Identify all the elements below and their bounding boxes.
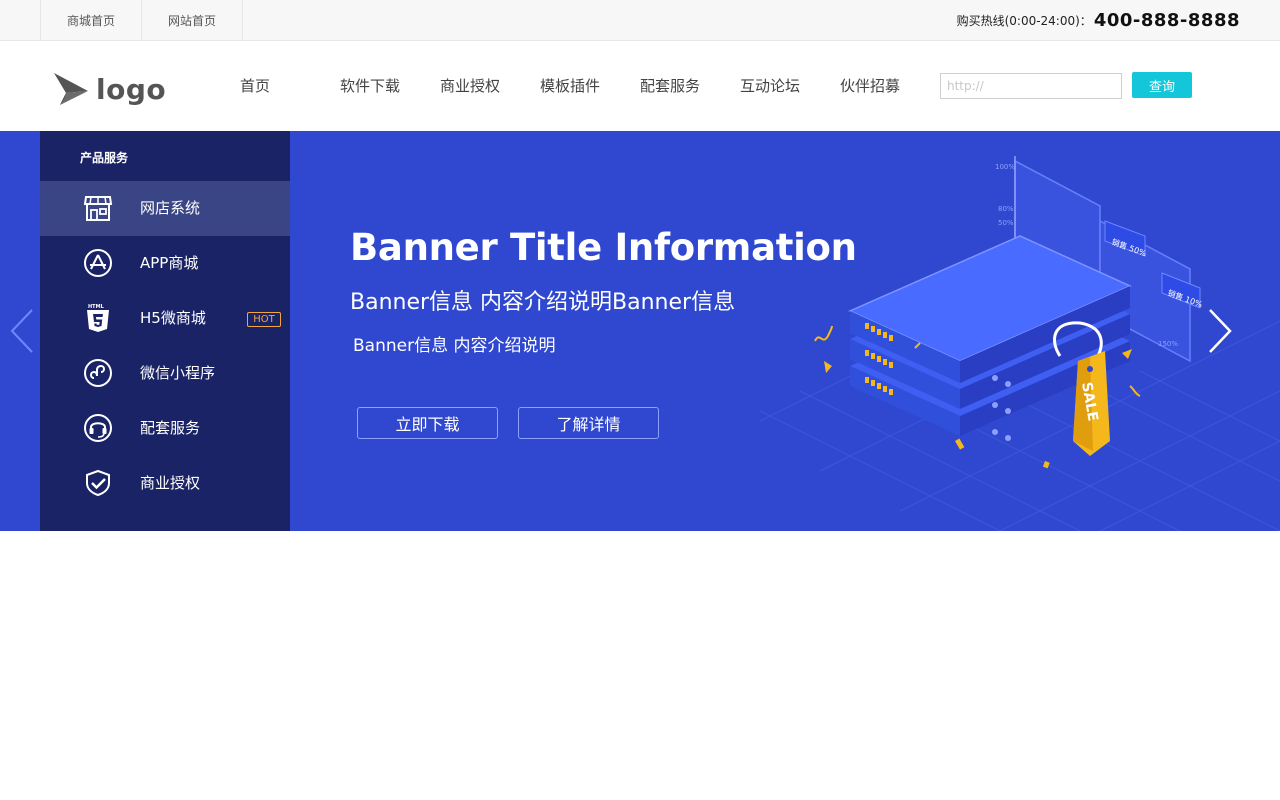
search-button[interactable]: 查询 xyxy=(1132,72,1192,98)
banner-subtitle-secondary: Banner信息 内容介绍说明 xyxy=(353,336,556,356)
axis-label-50: 50% xyxy=(998,219,1014,227)
top-bar: 商城首页 网站首页 购买热线(0:00-24:00)： 400-888-8888 xyxy=(0,0,1280,41)
axis-label-80: 80% xyxy=(998,205,1014,213)
sidebar-item-store-system[interactable]: 网店系统 xyxy=(40,181,290,236)
sidebar-item-label: 网店系统 xyxy=(140,199,201,217)
nav-forum[interactable]: 互动论坛 xyxy=(740,75,800,96)
nav-services[interactable]: 配套服务 xyxy=(640,75,700,96)
headset-icon xyxy=(84,414,112,442)
shield-check-icon xyxy=(86,469,110,497)
sidebar-item-services[interactable]: 配套服务 xyxy=(40,401,290,456)
hotline: 购买热线(0:00-24:00)： 400-888-8888 xyxy=(957,0,1240,40)
html5-icon: HTML xyxy=(87,304,109,332)
axis-label-150: 150% xyxy=(1158,340,1178,348)
banner-subtitle: Banner信息 内容介绍说明Banner信息 xyxy=(350,290,736,315)
axis-label-100: 100% xyxy=(995,163,1015,171)
hot-badge: HOT xyxy=(247,312,281,327)
hotline-number: 400-888-8888 xyxy=(1093,9,1240,31)
paper-plane-icon xyxy=(54,73,88,105)
nav-templates-plugins[interactable]: 模板插件 xyxy=(540,75,600,96)
server-illustration: 100% 80% 50% 150% 销售 50% 销售 10% SALE xyxy=(814,156,1204,469)
nav-software-download[interactable]: 软件下载 xyxy=(340,75,400,96)
header: logo 首页 软件下载 商业授权 模板插件 配套服务 互动论坛 伙伴招募 查询 xyxy=(0,41,1280,131)
sidebar-item-label: H5微商城 xyxy=(140,309,206,327)
svg-text:HTML: HTML xyxy=(88,304,105,310)
top-link-mall-home[interactable]: 商城首页 xyxy=(41,0,142,40)
top-links: 商城首页 网站首页 xyxy=(40,0,243,40)
store-icon xyxy=(83,196,113,221)
nav-home[interactable]: 首页 xyxy=(240,75,270,96)
mini-program-icon xyxy=(84,359,112,387)
download-now-button[interactable]: 立即下载 xyxy=(357,407,498,439)
sidebar-item-label: APP商城 xyxy=(140,254,199,272)
sidebar-item-label: 配套服务 xyxy=(140,419,201,437)
prev-slide-arrow-icon[interactable] xyxy=(8,306,38,356)
logo-text: logo xyxy=(96,72,167,106)
search-input[interactable] xyxy=(940,73,1122,99)
app-store-icon xyxy=(84,249,112,277)
sidebar-item-label: 微信小程序 xyxy=(140,364,216,382)
nav-partners[interactable]: 伙伴招募 xyxy=(840,75,900,96)
sidebar-item-commercial-license[interactable]: 商业授权 xyxy=(40,456,290,511)
nav-commercial-license[interactable]: 商业授权 xyxy=(440,75,500,96)
sidebar-item-label: 商业授权 xyxy=(140,474,201,492)
sidebar-title: 产品服务 xyxy=(80,151,129,165)
top-link-site-home[interactable]: 网站首页 xyxy=(142,0,243,40)
logo[interactable]: logo xyxy=(52,69,166,109)
learn-more-button[interactable]: 了解详情 xyxy=(518,407,659,439)
product-sidebar: 产品服务 网店系统 APP商城 HTML H5微商城 HOT 微信小程序 配套服… xyxy=(40,131,290,531)
sidebar-item-app-mall[interactable]: APP商城 xyxy=(40,236,290,291)
sidebar-item-mini-program[interactable]: 微信小程序 xyxy=(40,346,290,401)
next-slide-arrow-icon[interactable] xyxy=(1204,306,1234,356)
sidebar-item-h5-mall[interactable]: HTML H5微商城 HOT xyxy=(40,291,290,346)
hotline-label: 购买热线(0:00-24:00)： xyxy=(956,13,1092,28)
